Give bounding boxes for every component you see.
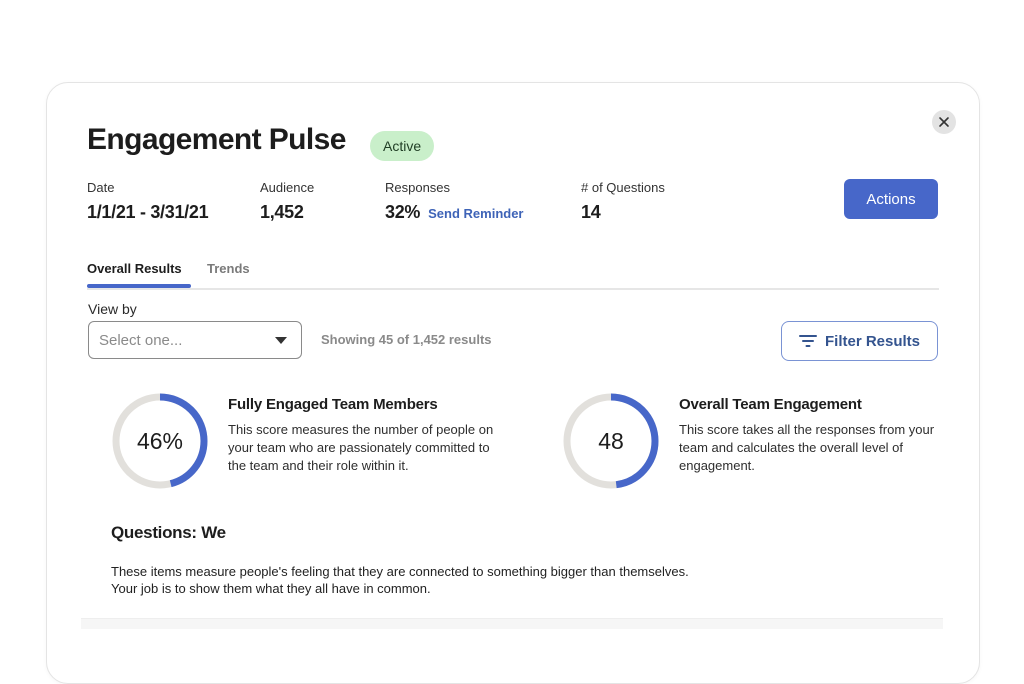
view-by-select[interactable]: Select one... [88, 321, 302, 359]
filter-icon [798, 335, 817, 347]
questions-value: 14 [581, 202, 601, 222]
audience-label: Audience [260, 180, 315, 195]
actions-button[interactable]: Actions [844, 179, 938, 219]
metric-description: This score measures the number of people… [228, 422, 494, 473]
metric-description: This score takes all the responses from … [679, 422, 935, 473]
view-by-placeholder: Select one... [99, 331, 183, 349]
score-value: 46% [136, 427, 184, 454]
filter-results-label: Filter Results [824, 332, 921, 350]
score-value: 48 [598, 427, 624, 454]
filter-results-button[interactable]: Filter Results [781, 321, 938, 361]
tab-overall-results[interactable]: Overall Results [87, 261, 182, 276]
questions-label: # of Questions [581, 180, 665, 195]
responses-label: Responses [385, 180, 451, 195]
active-tab-indicator [87, 284, 191, 288]
engagement-pulse-dialog: Engagement Pulse Active Date 1/1/21 - 3/… [46, 82, 980, 684]
responses-value: 32% [385, 202, 421, 222]
close-button[interactable] [932, 110, 956, 134]
results-count: Showing 45 of 1,452 results [321, 332, 492, 347]
page-title: Engagement Pulse [87, 123, 346, 156]
metric-title: Overall Team Engagement [679, 396, 862, 413]
date-label: Date [87, 180, 115, 195]
metric-title: Fully Engaged Team Members [228, 396, 438, 413]
meta-date: Date 1/1/21 - 3/31/21 [87, 180, 209, 223]
meta-responses: Responses 32% Send Reminder [385, 180, 524, 223]
close-icon [939, 117, 949, 127]
send-reminder-link[interactable]: Send Reminder [428, 206, 523, 221]
caret-down-icon [275, 336, 287, 344]
question-list-top-edge [81, 618, 943, 629]
status-badge: Active [370, 131, 435, 161]
meta-questions: # of Questions 14 [581, 180, 665, 223]
tab-bar: Overall Results Trends [87, 259, 939, 290]
tab-trends[interactable]: Trends [207, 261, 250, 276]
meta-audience: Audience 1,452 [260, 180, 314, 223]
audience-value: 1,452 [260, 202, 304, 222]
questions-section-description: These items measure people's feeling tha… [111, 564, 689, 596]
date-value: 1/1/21 - 3/31/21 [87, 202, 209, 222]
questions-section-title: Questions: We [111, 523, 226, 542]
view-by-label: View by [88, 301, 137, 317]
